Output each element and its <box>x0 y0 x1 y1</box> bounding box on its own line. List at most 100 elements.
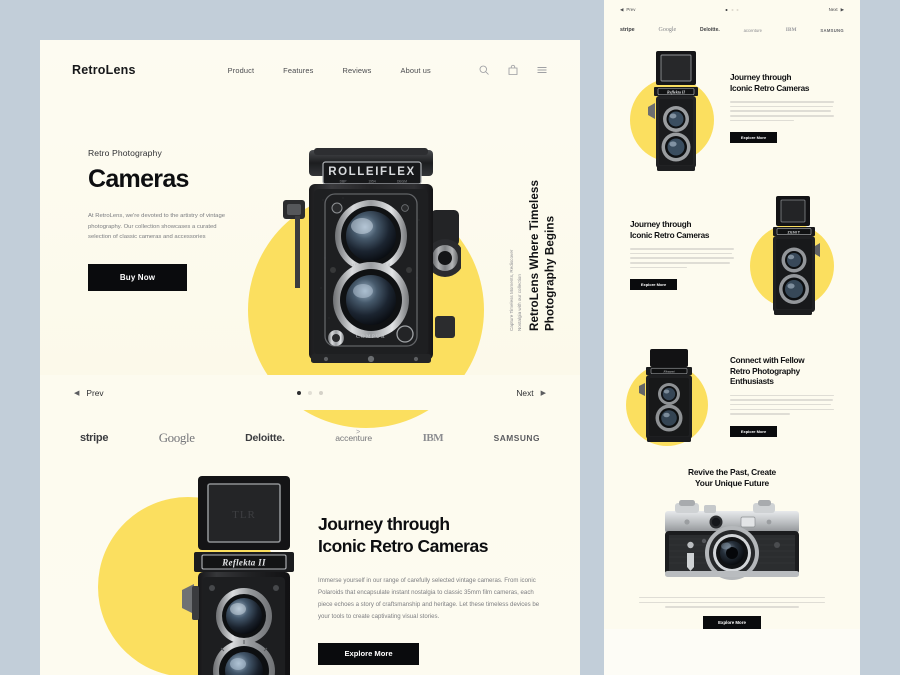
rp-carousel-prev-button[interactable]: ◀ Prev <box>620 7 635 13</box>
nav-item-product[interactable]: Product <box>228 66 255 75</box>
main-page-preview: RetroLens Product Features Reviews About… <box>40 40 580 675</box>
hamburger-menu-icon[interactable] <box>536 64 548 76</box>
svg-text:Reflekta II: Reflekta II <box>221 558 266 568</box>
hero-vertical-subtitle: Capture Timeless Moments, Rediscover Nos… <box>508 249 522 332</box>
accenture-carat-icon: > <box>356 429 361 436</box>
rp-logo-google: Google <box>658 27 677 33</box>
rp-carousel-dot-3[interactable] <box>736 8 739 11</box>
logo-deloitte: Deloitte. <box>245 432 285 444</box>
journey-paragraph: Immerse yourself in our range of careful… <box>318 577 540 620</box>
hero-kicker: Retro Photography <box>88 148 162 158</box>
svg-text:1954: 1954 <box>368 180 376 184</box>
rp-block-3: Flexaret Connect with Fellow Retro Photo… <box>604 338 860 453</box>
rp-block-1-explore-button[interactable]: Explore More <box>730 132 777 144</box>
rp-logo-stripe: stripe <box>620 27 635 33</box>
rp-chevron-left-icon: ◀ <box>620 6 624 12</box>
hero-carousel-controls: ◀ Prev Next ▶ <box>40 375 580 410</box>
journey-copy: Journey through Iconic Retro Cameras Imm… <box>318 514 543 665</box>
journey-title: Journey through Iconic Retro Cameras <box>318 514 488 556</box>
hero-vertical-title: RetroLens Where Timeless Photography Beg… <box>528 180 557 332</box>
rp-block-2-explore-button[interactable]: Explore More <box>630 279 677 291</box>
logo-google: Google <box>158 430 195 445</box>
logo-accenture-label: accenture <box>335 433 373 443</box>
reflekta-camera-image: TLR Reflekta II <box>176 470 302 675</box>
header-actions <box>478 64 548 76</box>
carousel-next-button[interactable]: Next ▶ <box>516 388 546 398</box>
rp-final-explore-button[interactable]: Explore More <box>703 615 761 629</box>
rp-final-paragraph-placeholder <box>639 596 825 608</box>
rp-block-3-paragraph-placeholder <box>730 394 834 415</box>
carousel-prev-label: Prev <box>86 387 104 398</box>
shopping-bag-icon[interactable] <box>507 64 519 76</box>
carousel-dot-2[interactable] <box>308 390 312 395</box>
hero-title: Cameras <box>88 165 189 193</box>
rp-logo-accenture: accenture <box>743 27 762 33</box>
rp-zenit-camera-image: ZENIT <box>764 194 822 320</box>
logo-stripe: stripe <box>80 432 109 444</box>
rp-carousel-dot-1[interactable] <box>725 8 728 11</box>
rp-block-2-paragraph-placeholder <box>630 248 734 269</box>
rp-carousel-dots <box>725 8 739 11</box>
buy-now-button[interactable]: Buy Now <box>88 264 187 292</box>
carousel-dot-3[interactable] <box>319 390 323 395</box>
chevron-right-icon: ▶ <box>540 389 546 397</box>
rp-logo-ibm: IBM <box>785 27 797 33</box>
nav-item-features[interactable]: Features <box>283 66 313 75</box>
hero-paragraph: At RetroLens, we're devoted to the artis… <box>88 213 226 241</box>
svg-text:Flexaret: Flexaret <box>662 370 674 374</box>
rp-final-title: Revive the Past, Create Your Unique Futu… <box>687 467 777 488</box>
rp-block-3-title: Connect with Fellow Retro Photography En… <box>730 356 805 386</box>
brand-logo[interactable]: RetroLens <box>72 63 136 77</box>
chevron-left-icon: ◀ <box>74 389 80 397</box>
screenshot-stage: RetroLens Product Features Reviews About… <box>0 0 900 675</box>
rp-block-2-title: Journey through Iconic Retro Cameras <box>630 220 710 240</box>
rp-block-1-paragraph-placeholder <box>730 101 834 122</box>
logo-ibm: IBM <box>422 432 444 444</box>
svg-text:COMPUR: COMPUR <box>356 334 386 340</box>
rp-carousel-controls: ◀ Prev Next ▶ <box>604 0 860 19</box>
carousel-prev-button[interactable]: ◀ Prev <box>74 388 104 398</box>
svg-text:ROLLEIFLEX: ROLLEIFLEX <box>328 166 416 178</box>
rp-carousel-next-button[interactable]: Next ▶ <box>829 7 844 13</box>
journey-section: TLR Reflekta II Journey through Iconic R… <box>40 470 580 675</box>
hero-section: RetroLens Product Features Reviews About… <box>40 40 580 428</box>
rp-block-1-title: Journey through Iconic Retro Cameras <box>730 73 810 93</box>
partner-logo-strip: stripe Google Deloitte. > accenture IBM S… <box>40 410 580 470</box>
rp-reflekta-camera-image: Reflekta II <box>646 49 704 175</box>
rp-logo-samsung: SAMSUNG <box>820 27 844 33</box>
rp-block-1: Reflekta II Journey through Iconic Retro… <box>604 43 860 188</box>
rp-carousel-next-label: Next <box>828 7 838 12</box>
rp-final-section: Revive the Past, Create Your Unique Futu… <box>604 453 860 629</box>
svg-text:DBGM: DBGM <box>397 180 407 184</box>
svg-text:Reflekta II: Reflekta II <box>667 89 685 94</box>
rp-block-2: ZENIT Journey through Iconic Retro Camer… <box>604 188 860 338</box>
rp-block-3-explore-button[interactable]: Explore More <box>730 425 777 437</box>
nav-item-about-us[interactable]: About us <box>401 66 431 75</box>
svg-text:DBP: DBP <box>340 180 348 184</box>
rp-block-2-copy: Journey through Iconic Retro Cameras Exp… <box>630 220 734 291</box>
rp-logo-deloitte: Deloitte. <box>700 27 720 33</box>
main-navigation: Product Features Reviews About us <box>228 66 431 75</box>
search-icon[interactable] <box>478 64 490 76</box>
carousel-next-label: Next <box>516 387 534 398</box>
rp-rangefinder-camera-image <box>657 497 807 589</box>
rp-partner-logo-strip: stripe Google Deloitte. accenture IBM SA… <box>604 19 860 43</box>
hero-vertical-text: RetroLens Where Timeless Photography Beg… <box>415 180 558 331</box>
rp-carousel-prev-label: Prev <box>626 7 636 12</box>
logo-accenture: > accenture <box>335 429 373 443</box>
carousel-dots <box>297 390 323 395</box>
site-header: RetroLens Product Features Reviews About… <box>40 40 580 100</box>
scrolled-page-preview: ◀ Prev Next ▶ stripe Google Deloitte. ac… <box>604 0 860 675</box>
rp-carousel-dot-2[interactable] <box>731 8 733 11</box>
rp-block-1-copy: Journey through Iconic Retro Cameras Exp… <box>730 73 834 144</box>
nav-item-reviews[interactable]: Reviews <box>343 66 372 75</box>
logo-samsung: SAMSUNG <box>493 433 540 443</box>
rp-flexaret-camera-image: Flexaret <box>636 348 702 446</box>
rp-chevron-right-icon: ▶ <box>840 6 844 12</box>
rp-block-3-copy: Connect with Fellow Retro Photography En… <box>730 356 834 437</box>
hero-copy: Retro Photography Cameras At RetroLens, … <box>88 148 258 292</box>
carousel-dot-1[interactable] <box>297 390 301 395</box>
journey-explore-button[interactable]: Explore More <box>318 642 419 665</box>
svg-text:TLR: TLR <box>232 509 256 521</box>
svg-text:ZENIT: ZENIT <box>788 231 801 235</box>
